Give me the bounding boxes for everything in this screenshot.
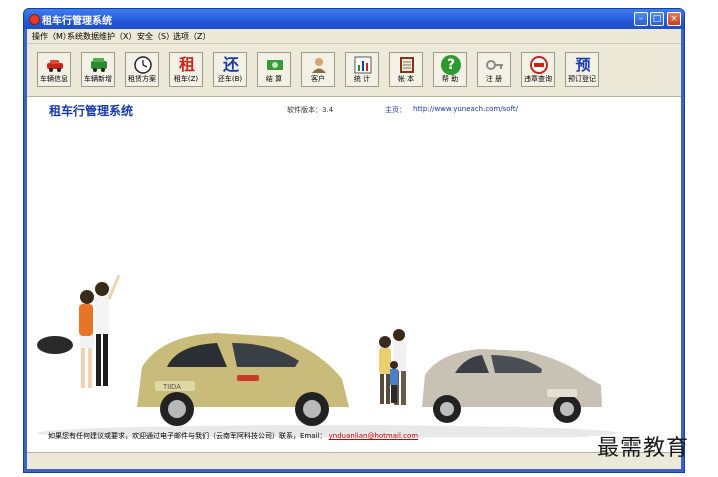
chart-icon xyxy=(354,56,372,74)
customer-icon xyxy=(312,58,326,73)
title-bar[interactable]: 租车行管理系统 – □ × xyxy=(24,9,684,29)
help-icon: ? xyxy=(441,55,461,75)
family-figures xyxy=(379,329,406,405)
app-window: 租车行管理系统 – □ × 操作（M） 系统数据维护（X） 安全（S） 选项（Z… xyxy=(23,8,685,473)
ledger-button[interactable]: 帐 本 xyxy=(389,52,423,87)
tool-label: 帮 助 xyxy=(441,75,459,83)
clock-icon xyxy=(134,56,152,74)
contact-text: 如果您有任何建议或要求，欢迎通过电子邮件与我们（云南军阿科技公司）联系，Emai… xyxy=(48,432,327,440)
rental-plan-button[interactable]: 租赁方案 xyxy=(125,52,159,87)
menu-security[interactable]: 安全（S） xyxy=(137,31,174,42)
tool-label: 租赁方案 xyxy=(128,75,156,83)
vehicle-add-button[interactable]: 车辆新增 xyxy=(81,52,115,87)
minimize-button[interactable]: – xyxy=(634,12,648,26)
homepage-link[interactable]: http://www.yuneach.com/soft/ xyxy=(413,105,518,113)
tool-label: 结 算 xyxy=(265,75,283,83)
contact-email-link[interactable]: ynduanlian@hotmail.com xyxy=(329,432,418,440)
contact-footer: 如果您有任何建议或要求，欢迎通过电子邮件与我们（云南军阿科技公司）联系，Emai… xyxy=(48,431,418,441)
settlement-button[interactable]: 结 算 xyxy=(257,52,291,87)
ledger-icon xyxy=(400,57,414,73)
tool-label: 注 册 xyxy=(485,75,503,83)
rent-char-icon: 租 xyxy=(178,55,195,74)
no-entry-icon xyxy=(530,56,548,74)
reservation-button[interactable]: 预 预订登记 xyxy=(565,52,599,87)
customer-button[interactable]: 客户 xyxy=(301,52,335,87)
rent-car-button[interactable]: 租 租车(Z) xyxy=(169,52,203,87)
help-button[interactable]: ? 帮 助 xyxy=(433,52,467,87)
register-button[interactable]: 注 册 xyxy=(477,52,511,87)
menu-options[interactable]: 选项（Z） xyxy=(173,31,210,42)
app-title: 租车行管理系统 xyxy=(49,104,134,118)
silver-sedan-car xyxy=(422,349,602,423)
tool-label: 还车(B) xyxy=(217,75,243,83)
return-char-icon: 还 xyxy=(222,55,239,74)
reserve-char-icon: 预 xyxy=(575,56,591,74)
app-icon xyxy=(29,14,40,25)
menu-bar: 操作（M） 系统数据维护（X） 安全（S） 选项（Z） xyxy=(27,29,681,44)
red-car-icon xyxy=(47,60,63,72)
tool-label: 车辆新增 xyxy=(84,75,112,83)
return-car-button[interactable]: 还 还车(B) xyxy=(213,52,247,87)
client-area: 操作（M） 系统数据维护（X） 安全（S） 选项（Z） 车辆信息 车辆新增 租赁… xyxy=(27,29,681,469)
maximize-button[interactable]: □ xyxy=(650,12,664,26)
homepage-label: 主页： xyxy=(385,106,406,114)
tool-label: 帐 本 xyxy=(397,75,415,83)
tool-label: 预订登记 xyxy=(568,75,596,83)
tool-label: 租车(Z) xyxy=(173,75,199,83)
toolbar: 车辆信息 车辆新增 租赁方案 租 租车(Z) 还 还车(B) 结 算 客户 统 … xyxy=(27,44,681,97)
menu-operate[interactable]: 操作（M） xyxy=(32,31,71,42)
menu-data-maintenance[interactable]: 系统数据维护（X） xyxy=(67,31,136,42)
statistics-button[interactable]: 统 计 xyxy=(345,52,379,87)
close-button[interactable]: × xyxy=(667,12,681,26)
tool-label: 统 计 xyxy=(353,75,371,83)
version-label: 软件版本：3.4 xyxy=(287,106,334,114)
green-car-icon xyxy=(91,58,107,72)
watermark-text: 最需教育 xyxy=(597,436,690,461)
main-content: 租车行管理系统 软件版本：3.4 主页： http://www.yuneach.… xyxy=(27,97,681,453)
gold-hatchback-car: TIIDA xyxy=(137,333,349,426)
window-title: 租车行管理系统 xyxy=(42,16,112,27)
tool-label: 客户 xyxy=(311,75,325,83)
car-badge: TIIDA xyxy=(163,384,181,391)
tool-label: 车辆信息 xyxy=(40,75,68,83)
banner-illustration: TIIDA xyxy=(37,274,617,437)
violation-query-button[interactable]: 违章查询 xyxy=(521,52,555,87)
key-icon xyxy=(486,60,503,70)
vehicle-info-button[interactable]: 车辆信息 xyxy=(37,52,71,87)
tennis-couple-figure xyxy=(37,274,121,388)
money-icon xyxy=(267,60,283,70)
tool-label: 违章查询 xyxy=(524,75,552,83)
status-bar xyxy=(27,452,681,469)
